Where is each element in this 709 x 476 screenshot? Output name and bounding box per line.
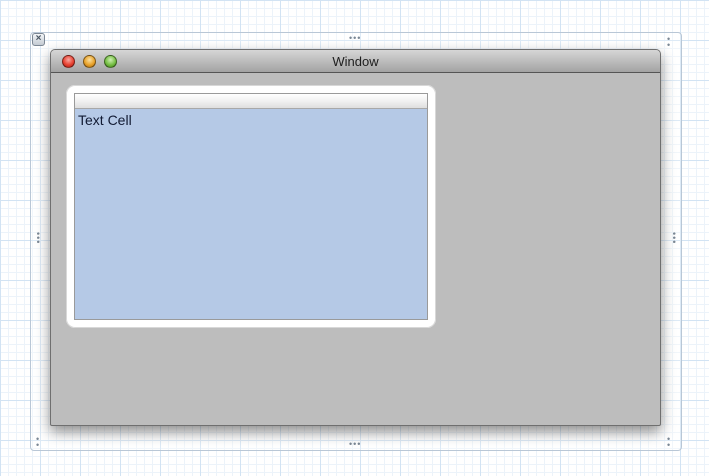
window-titlebar[interactable]: Window — [51, 50, 660, 73]
resize-handle-bottom-left-icon[interactable]: • • — [36, 435, 40, 450]
window: Window Text Cell — [50, 49, 661, 426]
window-title: Window — [332, 54, 379, 69]
close-icon[interactable]: × — [32, 33, 45, 46]
scroll-view[interactable]: Text Cell — [66, 85, 436, 328]
resize-handle-bottom-icon[interactable]: ••• — [349, 440, 361, 449]
resize-handle-left-icon[interactable]: ••• — [33, 232, 43, 244]
resize-handle-top-icon[interactable]: ••• — [349, 34, 361, 43]
resize-handle-top-right-icon[interactable]: • • — [667, 35, 671, 50]
table-header[interactable] — [75, 94, 427, 109]
table-view[interactable]: Text Cell — [74, 93, 428, 320]
resize-handle-bottom-right-icon[interactable]: • • — [667, 435, 671, 450]
resize-handle-right-icon[interactable]: ••• — [669, 232, 679, 244]
text-cell[interactable]: Text Cell — [78, 112, 132, 128]
